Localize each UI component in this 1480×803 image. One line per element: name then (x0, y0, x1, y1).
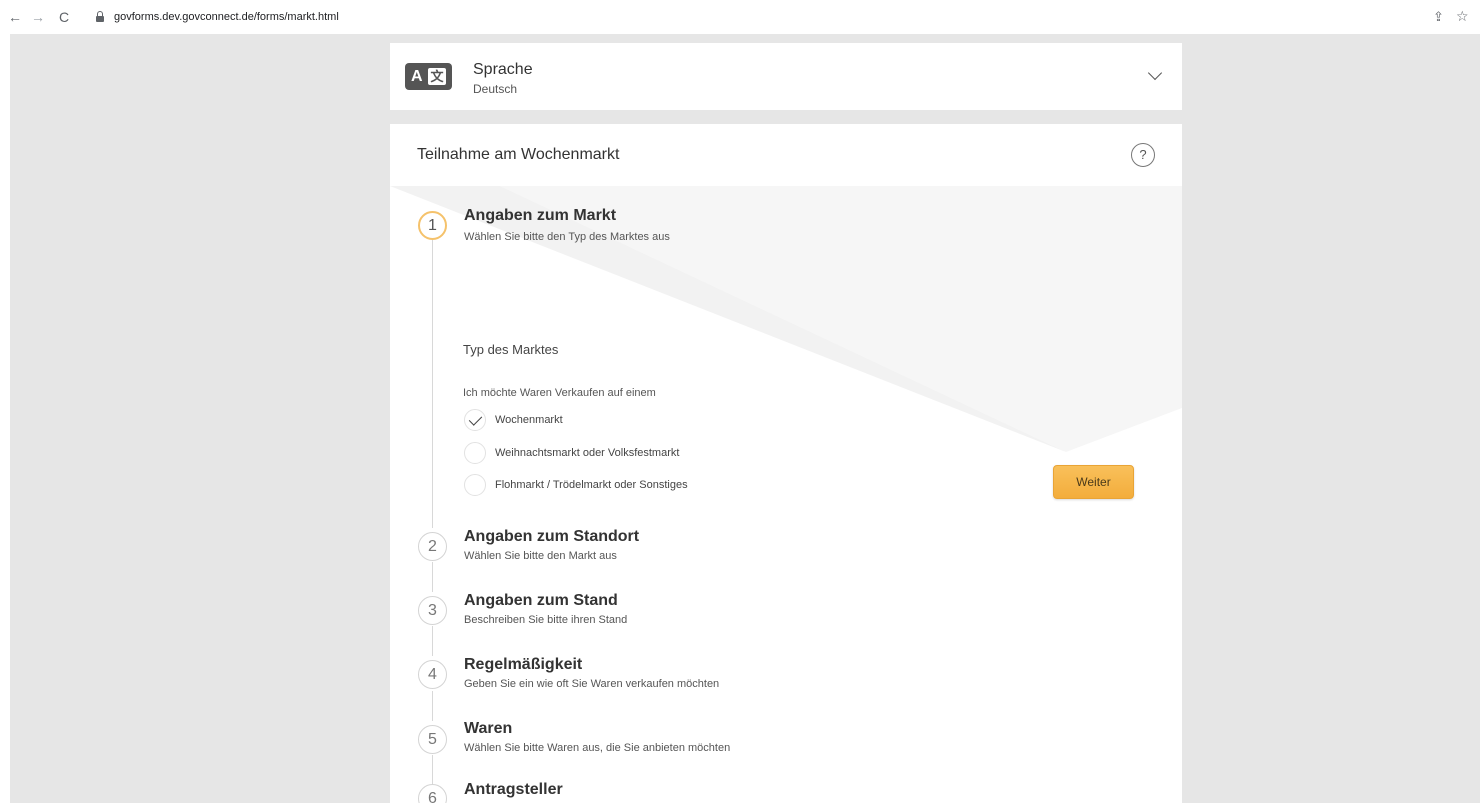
reload-icon[interactable]: C (56, 9, 72, 25)
address-bar[interactable]: govforms.dev.govconnect.de/forms/markt.h… (88, 5, 1418, 29)
chevron-down-icon[interactable] (1147, 65, 1163, 81)
step-number[interactable]: 3 (418, 596, 447, 625)
timeline-connector (432, 240, 433, 528)
bookmark-star-icon[interactable]: ☆ (1456, 8, 1469, 24)
section-label: Typ des Marktes (463, 342, 559, 357)
timeline-connector (432, 755, 433, 785)
form-steps: 1 Angaben zum Markt Wählen Sie bitte den… (390, 186, 1182, 803)
step-title[interactable]: Angaben zum Standort (464, 527, 639, 546)
share-icon[interactable]: ⇪ (1433, 9, 1444, 25)
step-subtitle: Wählen Sie bitte den Typ des Marktes aus (464, 231, 670, 243)
form-title: Teilnahme am Wochenmarkt (417, 146, 620, 163)
step-title[interactable]: Waren (464, 719, 512, 738)
step-subtitle: Beschreiben Sie bitte ihren Stand (464, 614, 628, 626)
option-label[interactable]: Weihnachtsmarkt oder Volksfestmarkt (495, 446, 679, 460)
url-text[interactable]: govforms.dev.govconnect.de/forms/markt.h… (114, 9, 339, 25)
form-header: Teilnahme am Wochenmarkt ? (390, 124, 1182, 186)
translate-icon: A 文 (405, 63, 452, 90)
option-label[interactable]: Wochenmarkt (495, 413, 563, 427)
form-card: Teilnahme am Wochenmarkt ? 1 Angaben zum… (390, 124, 1182, 803)
step-number[interactable]: 4 (418, 660, 447, 689)
option-label[interactable]: Flohmarkt / Trödelmarkt oder Sonstiges (495, 478, 688, 492)
language-selector[interactable]: A 文 Sprache Deutsch (390, 43, 1182, 110)
step-subtitle: Wählen Sie bitte den Markt aus (464, 550, 617, 562)
step-subtitle: Wählen Sie bitte Waren aus, die Sie anbi… (464, 742, 731, 754)
step-title[interactable]: Antragsteller (464, 780, 563, 799)
timeline-connector (432, 626, 433, 656)
step-number[interactable]: 5 (418, 725, 447, 754)
step-number[interactable]: 2 (418, 532, 447, 561)
language-title: Sprache (473, 61, 533, 78)
browser-toolbar: ← → C govforms.dev.govconnect.de/forms/m… (0, 0, 1480, 34)
timeline-connector (432, 562, 433, 592)
question-text: Ich möchte Waren Verkaufen auf einem (463, 387, 656, 399)
back-icon[interactable]: ← (7, 9, 23, 25)
page-edge (0, 34, 10, 803)
step-subtitle: Geben Sie ein wie oft Sie Waren verkaufe… (464, 678, 720, 690)
step-title[interactable]: Angaben zum Markt (464, 206, 616, 225)
step-title[interactable]: Regelmäßigkeit (464, 655, 582, 674)
help-icon[interactable]: ? (1131, 143, 1155, 167)
radio-unselected[interactable] (464, 474, 486, 496)
next-button[interactable]: Weiter (1053, 465, 1134, 499)
timeline-connector (432, 691, 433, 721)
radio-selected[interactable] (464, 409, 486, 431)
lock-icon (96, 11, 104, 22)
check-icon (468, 412, 483, 426)
language-value: Deutsch (473, 82, 518, 96)
step-number-active[interactable]: 1 (418, 211, 447, 240)
radio-unselected[interactable] (464, 442, 486, 464)
forward-icon[interactable]: → (30, 9, 46, 25)
step-title[interactable]: Angaben zum Stand (464, 591, 618, 610)
